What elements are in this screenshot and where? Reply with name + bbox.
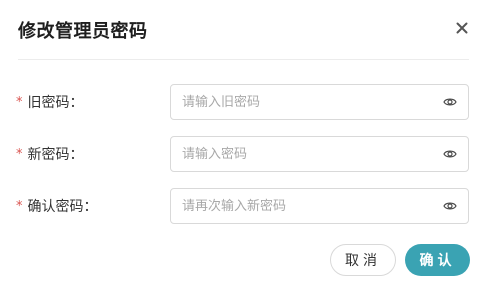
- new-password-label: 新密码：: [27, 147, 84, 163]
- old-password-field: [170, 84, 469, 120]
- new-password-row: * 新密码：: [0, 136, 487, 172]
- old-password-label-wrap: * 旧密码：: [16, 84, 84, 120]
- close-button[interactable]: [453, 18, 471, 38]
- new-password-field: [170, 136, 469, 172]
- confirm-password-field: [170, 188, 469, 224]
- confirm-password-input[interactable]: [171, 188, 442, 224]
- eye-icon: [443, 98, 457, 106]
- change-password-dialog: 修改管理员密码 * 旧密码： * 新密码： * 确认密码： 取消 确认: [0, 0, 487, 294]
- dialog-title: 修改管理员密码: [18, 21, 148, 42]
- confirm-password-row: * 确认密码：: [0, 188, 487, 224]
- old-password-label: 旧密码：: [27, 95, 84, 111]
- header-divider: [18, 59, 469, 60]
- confirm-password-label: 确认密码：: [27, 199, 98, 215]
- new-password-input[interactable]: [171, 136, 442, 172]
- eye-icon: [443, 150, 457, 158]
- eye-icon: [443, 202, 457, 210]
- new-password-label-wrap: * 新密码：: [16, 136, 84, 172]
- required-mark: *: [16, 94, 23, 110]
- cancel-button[interactable]: 取消: [330, 244, 396, 276]
- toggle-old-password-visibility[interactable]: [442, 94, 458, 110]
- required-mark: *: [16, 198, 23, 214]
- toggle-new-password-visibility[interactable]: [442, 146, 458, 162]
- old-password-row: * 旧密码：: [0, 84, 487, 120]
- required-mark: *: [16, 146, 23, 162]
- toggle-confirm-password-visibility[interactable]: [442, 198, 458, 214]
- old-password-input[interactable]: [171, 84, 442, 120]
- confirm-password-label-wrap: * 确认密码：: [16, 188, 98, 224]
- confirm-button[interactable]: 确认: [405, 244, 470, 276]
- close-icon: [456, 22, 468, 34]
